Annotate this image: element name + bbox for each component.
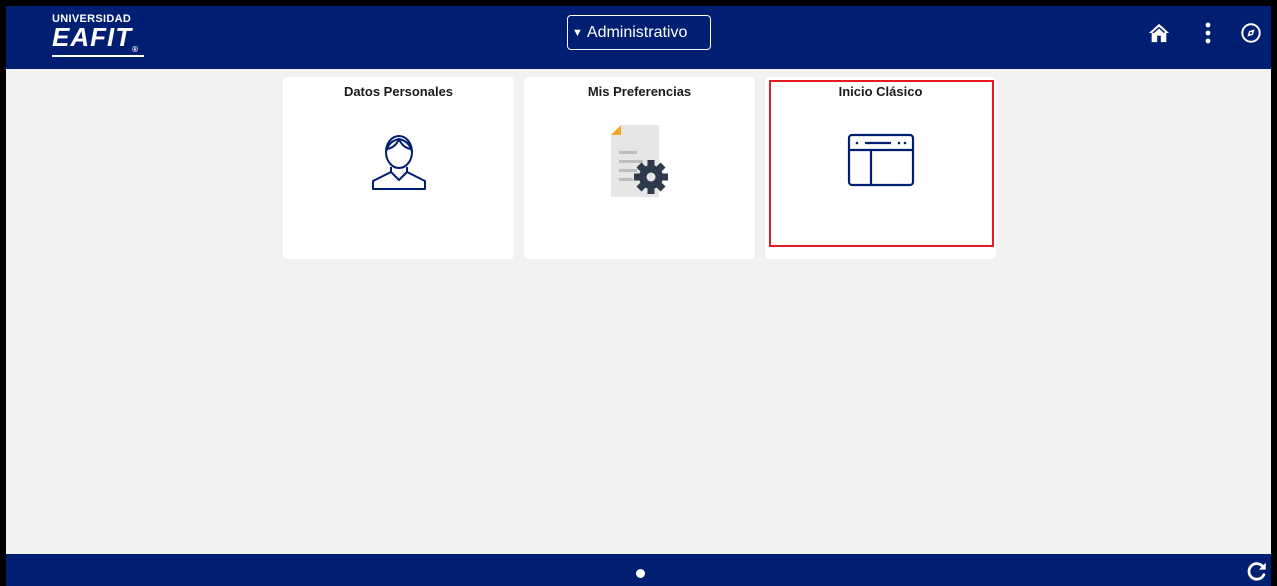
tile-title: Datos Personales [343,84,454,99]
tile-title: Mis Preferencias [587,84,692,99]
compass-icon [1241,23,1261,43]
header-bar: UNIVERSIDAD EAFIT® ▼ Administrativo [6,6,1271,69]
page-dot-icon[interactable] [636,569,645,578]
tile-title: Inicio Clásico [838,84,923,99]
classic-window-icon [847,133,914,187]
person-icon [371,135,426,190]
more-vertical-icon [1205,22,1211,44]
homepage-selector[interactable]: ▼ Administrativo [567,15,711,50]
caret-down-icon: ▼ [572,26,583,39]
logo-underline [52,55,144,58]
document-gear-icon [610,125,668,197]
tile-datos-personales[interactable]: Datos Personales [283,77,514,259]
logo-main-text: EAFIT® [52,22,140,55]
navbar-button[interactable] [1238,20,1264,46]
tile-mis-preferencias[interactable]: Mis Preferencias [524,77,755,259]
eafit-logo[interactable]: UNIVERSIDAD EAFIT® [52,14,144,58]
homepage-selector-label: Administrativo [586,23,688,41]
home-button[interactable] [1146,20,1172,46]
home-icon [1148,23,1170,43]
app-frame: UNIVERSIDAD EAFIT® ▼ Administrativo Dato… [6,6,1271,586]
actions-menu-button[interactable] [1195,20,1221,46]
tile-inicio-clasico[interactable]: Inicio Clásico [765,77,996,259]
refresh-icon[interactable] [1246,560,1268,582]
